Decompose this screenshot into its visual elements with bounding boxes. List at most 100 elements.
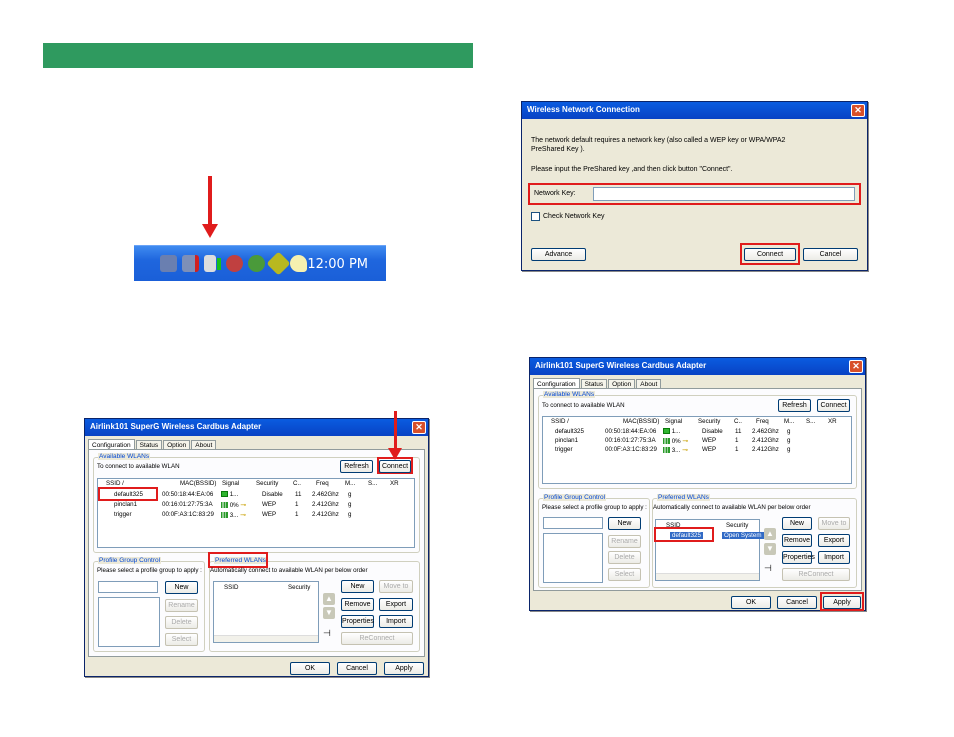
- profile-group-list[interactable]: [98, 597, 160, 647]
- arrow-indicator: [208, 176, 212, 226]
- col-ssid[interactable]: SSID /: [551, 418, 569, 425]
- messenger-icon[interactable]: [290, 255, 307, 272]
- advance-button[interactable]: Advance: [531, 248, 586, 261]
- ok-button[interactable]: OK: [731, 596, 771, 609]
- available-hint: To connect to available WLAN: [542, 402, 625, 409]
- horizontal-scrollbar[interactable]: [214, 635, 318, 642]
- network-key-input[interactable]: [593, 187, 855, 201]
- connect-button[interactable]: Connect: [817, 399, 850, 412]
- select-button[interactable]: Select: [165, 633, 198, 646]
- col-mac[interactable]: MAC(BSSID): [180, 480, 216, 487]
- horizontal-scrollbar[interactable]: [656, 573, 759, 580]
- properties-button[interactable]: Properties: [782, 551, 815, 564]
- refresh-button[interactable]: Refresh: [340, 460, 373, 473]
- preferred-wlans-list[interactable]: SSID Security: [213, 581, 319, 643]
- profile-group-list[interactable]: [543, 533, 603, 583]
- plug-icon[interactable]: ⊣: [323, 628, 331, 639]
- signal-icon: [663, 447, 670, 454]
- col-s[interactable]: S...: [806, 418, 815, 425]
- reconnect-button[interactable]: ReConnect: [782, 568, 850, 581]
- preferred-hint: Automatically connect to available WLAN …: [653, 504, 811, 511]
- properties-button[interactable]: Properties: [341, 615, 374, 628]
- delete-button[interactable]: Delete: [165, 616, 198, 629]
- wireless-utility-icon[interactable]: [204, 255, 221, 272]
- new-profile-button[interactable]: New: [165, 581, 198, 594]
- pref-new-button[interactable]: New: [341, 580, 374, 593]
- highlight-default325: [654, 527, 714, 542]
- col-mac[interactable]: MAC(BSSID): [623, 418, 659, 425]
- network-disconnected-icon[interactable]: [182, 255, 199, 272]
- dialog-title-bar: Wireless Network Connection ✕: [522, 102, 867, 119]
- col-channel[interactable]: C..: [293, 480, 301, 487]
- move-down-icon[interactable]: ▼: [764, 543, 776, 555]
- clock: 12:00 PM: [307, 257, 368, 272]
- profile-hint: Please select a profile group to apply :: [97, 567, 202, 574]
- import-button[interactable]: Import: [818, 551, 850, 564]
- col-ssid[interactable]: SSID /: [106, 480, 124, 487]
- highlight-default325: [98, 487, 158, 501]
- col-xr[interactable]: XR: [390, 480, 399, 487]
- pref-new-button[interactable]: New: [782, 517, 812, 530]
- check-network-key-checkbox[interactable]: [531, 212, 540, 221]
- col-freq[interactable]: Freq: [316, 480, 329, 487]
- col-xr[interactable]: XR: [828, 418, 837, 425]
- move-up-icon[interactable]: ▲: [764, 528, 776, 540]
- col-security[interactable]: Security: [698, 418, 720, 425]
- cancel-button[interactable]: Cancel: [803, 248, 858, 261]
- available-wlans-label: Available WLANs: [543, 391, 596, 398]
- apply-button[interactable]: Apply: [384, 662, 424, 675]
- export-button[interactable]: Export: [818, 534, 850, 547]
- col-signal[interactable]: Signal: [665, 418, 682, 425]
- message-line-2: PreShared Key ).: [531, 146, 585, 153]
- ok-button[interactable]: OK: [290, 662, 330, 675]
- preferred-hint: Automatically connect to available WLAN …: [210, 567, 368, 574]
- hardware-icon[interactable]: [266, 251, 291, 276]
- utility-title-bar: Airlink101 SuperG Wireless Cardbus Adapt…: [85, 419, 428, 436]
- col-channel[interactable]: C..: [734, 418, 742, 425]
- col-security[interactable]: Security: [256, 480, 278, 487]
- apply-button[interactable]: Apply: [823, 596, 861, 609]
- security-icon[interactable]: [226, 255, 243, 272]
- sync-icon[interactable]: [248, 255, 265, 272]
- col-mode[interactable]: M...: [784, 418, 794, 425]
- select-button[interactable]: Select: [608, 568, 641, 581]
- check-network-key-label: Check Network Key: [543, 213, 605, 220]
- connect-button[interactable]: Connect: [379, 460, 411, 473]
- pref-col-security[interactable]: Security: [726, 522, 748, 529]
- profile-group-input[interactable]: [98, 581, 158, 593]
- rename-button[interactable]: Rename: [608, 535, 641, 548]
- move-up-icon[interactable]: ▲: [323, 593, 335, 605]
- close-icon[interactable]: ✕: [851, 104, 865, 117]
- refresh-button[interactable]: Refresh: [778, 399, 811, 412]
- col-signal[interactable]: Signal: [222, 480, 239, 487]
- cancel-button[interactable]: Cancel: [777, 596, 817, 609]
- move-to-button[interactable]: Move to: [379, 580, 413, 593]
- delete-button[interactable]: Delete: [608, 551, 641, 564]
- profile-group-input[interactable]: [543, 517, 603, 529]
- col-freq[interactable]: Freq: [756, 418, 769, 425]
- col-mode[interactable]: M...: [345, 480, 355, 487]
- utility-window-left: Airlink101 SuperG Wireless Cardbus Adapt…: [84, 418, 429, 677]
- profile-group-label: Profile Group Control: [98, 557, 162, 564]
- plug-icon[interactable]: ⊣: [764, 563, 772, 574]
- export-button[interactable]: Export: [379, 598, 413, 611]
- rename-button[interactable]: Rename: [165, 599, 198, 612]
- signal-icon: [221, 502, 228, 509]
- move-to-button[interactable]: Move to: [818, 517, 850, 530]
- close-icon[interactable]: ✕: [849, 360, 863, 373]
- connect-button[interactable]: Connect: [744, 248, 796, 261]
- close-icon[interactable]: ✕: [412, 421, 426, 434]
- remove-button[interactable]: Remove: [341, 598, 374, 611]
- pref-col-ssid[interactable]: SSID: [224, 584, 238, 591]
- new-profile-button[interactable]: New: [608, 517, 641, 530]
- reconnect-button[interactable]: ReConnect: [341, 632, 413, 645]
- cancel-button[interactable]: Cancel: [337, 662, 377, 675]
- remove-button[interactable]: Remove: [782, 534, 812, 547]
- col-s[interactable]: S...: [368, 480, 377, 487]
- import-button[interactable]: Import: [379, 615, 413, 628]
- available-wlans-list[interactable]: SSID / MAC(BSSID) Signal Security C.. Fr…: [542, 416, 852, 484]
- move-down-icon[interactable]: ▼: [323, 607, 335, 619]
- utility-window-right: Airlink101 SuperG Wireless Cardbus Adapt…: [529, 357, 866, 611]
- pref-col-security[interactable]: Security: [288, 584, 310, 591]
- network-icon[interactable]: [160, 255, 177, 272]
